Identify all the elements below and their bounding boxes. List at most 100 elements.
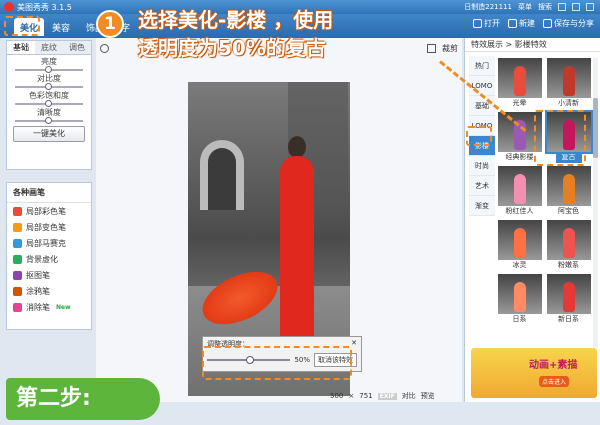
subtab-color[interactable]: 调色	[63, 41, 91, 54]
slider-track[interactable]	[15, 83, 83, 90]
slider-row: 亮度	[15, 57, 83, 73]
menu-link[interactable]: 菜单	[518, 2, 532, 12]
slider-knob[interactable]	[45, 100, 52, 107]
brush-list: 局部彩色笔局部变色笔局部马赛克背景虚化抠图笔涂鸦笔消除笔 New	[7, 203, 91, 315]
brush-item[interactable]: 局部变色笔	[7, 219, 91, 235]
highlight-beautify-tab	[4, 16, 40, 36]
search-link[interactable]: 搜索	[538, 2, 552, 12]
effect-label: 粉红佳人	[505, 207, 534, 215]
effect-item[interactable]: 新日系	[546, 274, 591, 325]
effect-category[interactable]: 热门	[469, 56, 495, 76]
brush-label: 涂鸦笔	[26, 286, 50, 296]
effect-item[interactable]: 光晕	[497, 58, 542, 109]
effect-label: 阿宝色	[558, 207, 579, 215]
annotation-line-2: 透明度为50%的复古	[138, 36, 326, 60]
one-key-beautify-button[interactable]: 一键美化	[13, 126, 85, 142]
step-two-badge: 第二步:	[6, 378, 160, 420]
highlight-transparency-popup	[202, 346, 352, 380]
popup-close-icon[interactable]: ✕	[351, 339, 357, 349]
effect-category[interactable]: 基础	[469, 96, 495, 116]
slider-row: 色彩饱和度	[15, 91, 83, 107]
plus-icon	[508, 19, 517, 28]
step-number-badge: 1	[96, 10, 124, 38]
zoom-icon[interactable]	[100, 43, 109, 53]
new-badge: New	[56, 303, 71, 311]
effects-scroll-thumb[interactable]	[593, 98, 598, 158]
effect-label: 光晕	[512, 99, 527, 107]
slider-track[interactable]	[15, 66, 83, 73]
brush-label: 局部变色笔	[26, 222, 66, 232]
effects-scrollbar[interactable]	[593, 58, 598, 348]
brush-label: 消除笔	[26, 302, 50, 312]
effect-thumbnail	[497, 58, 542, 98]
brush-icon	[13, 286, 22, 296]
new-button[interactable]: 新建	[508, 18, 535, 29]
photo-head	[288, 136, 306, 158]
maximize-icon[interactable]	[572, 3, 580, 11]
effect-item[interactable]: 小清新	[546, 58, 591, 109]
save-icon	[543, 19, 552, 28]
open-button[interactable]: 打开	[473, 18, 500, 29]
effects-grid: 光晕 小清新 经典影楼 复古 粉红佳人 阿宝色 冰灵 粉嫩系 日系 新日系	[497, 58, 593, 325]
exif-badge[interactable]: EXIF	[377, 392, 397, 400]
preview-button[interactable]: 预览	[421, 391, 435, 401]
brush-icon	[13, 222, 22, 232]
effect-label: 冰灵	[512, 261, 527, 269]
effect-thumbnail	[546, 166, 591, 206]
effect-category[interactable]: 渐变	[469, 196, 495, 216]
brush-item[interactable]: 抠图笔	[7, 267, 91, 283]
close-icon[interactable]	[586, 3, 594, 11]
image-height: 751	[359, 392, 373, 400]
ad-sub-button[interactable]: 点击进入	[539, 376, 570, 387]
slider-knob[interactable]	[45, 117, 52, 124]
brush-item[interactable]: 背景虚化	[7, 251, 91, 267]
brush-icon	[13, 270, 22, 280]
slider-list: 亮度 对比度 色彩饱和度 清晰度	[7, 57, 91, 124]
effect-thumbnail	[497, 274, 542, 314]
slider-knob[interactable]	[45, 66, 52, 73]
effect-thumbnail	[546, 274, 591, 314]
effects-breadcrumb: 特效展示 > 影楼特效	[465, 38, 600, 52]
slider-track[interactable]	[15, 117, 83, 124]
effect-item[interactable]: 阿宝色	[546, 166, 591, 217]
effect-label: 新日系	[558, 315, 579, 323]
brush-panel-title: 各种画笔	[7, 183, 91, 203]
effect-item[interactable]: 粉红佳人	[497, 166, 542, 217]
effect-thumbnail	[546, 220, 591, 260]
subtab-texture[interactable]: 底纹	[35, 41, 63, 54]
tab-beauty[interactable]: 美容	[46, 18, 76, 36]
slider-knob[interactable]	[45, 83, 52, 90]
brush-label: 抠图笔	[26, 270, 50, 280]
subtab-basic[interactable]: 基础	[7, 41, 35, 54]
save-share-button[interactable]: 保存与分享	[543, 18, 594, 29]
minimize-icon[interactable]	[558, 3, 566, 11]
effect-category[interactable]: 艺术	[469, 176, 495, 196]
adjust-subtabs: 基础 底纹 调色	[7, 41, 91, 55]
effect-item[interactable]: 日系	[497, 274, 542, 325]
brush-icon	[13, 238, 22, 248]
effect-category[interactable]: 时尚	[469, 156, 495, 176]
effect-thumbnail	[546, 58, 591, 98]
times-sign: ×	[348, 392, 355, 400]
compare-button[interactable]: 对比	[402, 391, 416, 401]
app-title: 美图秀秀 3.1.5	[17, 2, 72, 12]
username[interactable]: 日制造221111	[464, 2, 512, 12]
slider-track[interactable]	[15, 100, 83, 107]
brush-item[interactable]: 局部马赛克	[7, 235, 91, 251]
photo-arch	[200, 140, 244, 210]
brush-item[interactable]: 涂鸦笔	[7, 283, 91, 299]
effect-label: 小清新	[558, 99, 579, 107]
brush-label: 局部马赛克	[26, 238, 66, 248]
brush-icon	[13, 254, 22, 264]
effects-panel: 特效展示 > 影楼特效 热门 LOMO 基础 LOMO 影楼 时尚 艺术 渐变 光晕 小清新 经典…	[464, 38, 600, 402]
ad-text: 动画+素描	[529, 360, 578, 371]
effect-label: 粉嫩系	[558, 261, 579, 269]
crop-label[interactable]: 裁剪	[442, 43, 458, 54]
effect-item[interactable]: 冰灵	[497, 220, 542, 271]
brush-item[interactable]: 消除笔 New	[7, 299, 91, 315]
brush-label: 局部彩色笔	[26, 206, 66, 216]
effect-item[interactable]: 粉嫩系	[546, 220, 591, 271]
folder-icon	[473, 19, 482, 28]
brush-item[interactable]: 局部彩色笔	[7, 203, 91, 219]
ad-banner[interactable]: 动画+素描 点击进入	[471, 348, 597, 398]
